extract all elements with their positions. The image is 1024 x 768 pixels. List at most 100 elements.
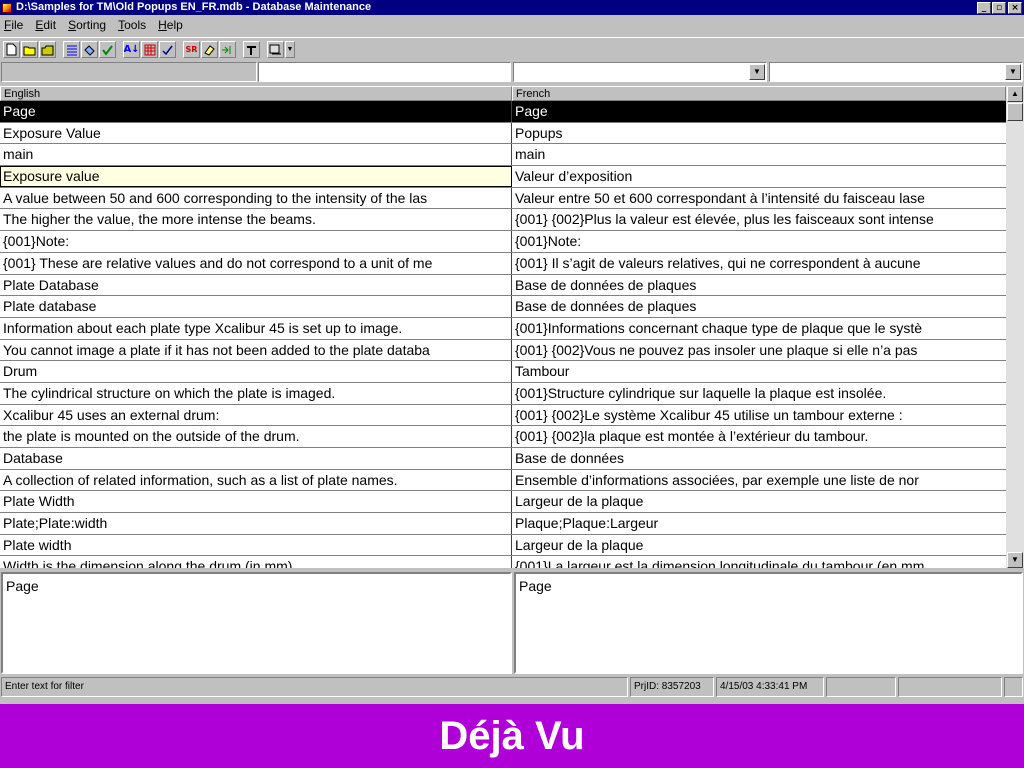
french-cell[interactable]: Largeur de la plaque xyxy=(512,535,1006,556)
table-icon[interactable] xyxy=(141,41,158,58)
table-row[interactable]: Database Base de données xyxy=(0,448,1006,470)
english-cell[interactable]: A value between 50 and 600 corresponding… xyxy=(0,187,512,209)
french-cell[interactable]: Largeur de la plaque xyxy=(512,491,1006,512)
french-cell[interactable]: {001} {002}la plaque est montée à l’exté… xyxy=(512,426,1006,447)
english-cell[interactable]: {001}Note: xyxy=(0,231,512,252)
column-header-french[interactable]: French xyxy=(512,86,1006,101)
english-cell[interactable]: Width is the dimension along the drum (i… xyxy=(0,556,512,568)
french-cell[interactable]: Tambour xyxy=(512,361,1006,382)
table-row[interactable]: Plate database Base de données de plaques xyxy=(0,296,1006,318)
table-row[interactable]: The cylindrical structure on which the p… xyxy=(0,382,1006,405)
french-cell[interactable]: Base de données xyxy=(512,448,1006,469)
table-row[interactable]: Plate width Largeur de la plaque xyxy=(0,534,1006,557)
save-icon[interactable] xyxy=(39,41,56,58)
english-cell[interactable]: Plate width xyxy=(0,534,512,556)
maximize-button[interactable]: ▫ xyxy=(992,1,1006,14)
french-cell[interactable]: main xyxy=(512,144,1006,165)
french-cell[interactable]: {001} {002}Le système Xcalibur 45 utilis… xyxy=(512,405,1006,426)
english-cell[interactable]: Plate database xyxy=(0,296,512,317)
french-cell[interactable]: Base de données de plaques xyxy=(512,275,1006,296)
french-cell[interactable]: {001} Il s’agit de valeurs relatives, qu… xyxy=(512,253,1006,274)
english-cell[interactable]: Exposure value xyxy=(0,166,512,187)
table-row[interactable]: A value between 50 and 600 corresponding… xyxy=(0,187,1006,210)
french-cell[interactable]: {001}La largeur est la dimension longitu… xyxy=(512,556,1006,568)
english-cell[interactable]: {001} These are relative values and do n… xyxy=(0,252,512,274)
table-row[interactable]: Plate Database Base de données de plaques xyxy=(0,274,1006,297)
english-cell[interactable]: Xcalibur 45 uses an external drum: xyxy=(0,404,512,426)
french-cell[interactable]: Popups xyxy=(512,123,1006,144)
table-row[interactable]: A collection of related information, suc… xyxy=(0,469,1006,492)
options-dropdown-arrow[interactable]: ▼ xyxy=(285,41,295,58)
french-cell[interactable]: Ensemble d’informations associées, par e… xyxy=(512,470,1006,491)
english-cell[interactable]: main xyxy=(0,144,512,166)
table-row[interactable]: {001}Note: {001}Note: xyxy=(0,231,1006,253)
table-row[interactable]: main main xyxy=(0,144,1006,167)
english-cell[interactable]: Information about each plate type Xcalib… xyxy=(0,317,512,339)
french-cell[interactable]: Plaque;Plaque:Largeur xyxy=(512,513,1006,534)
english-cell[interactable]: The cylindrical structure on which the p… xyxy=(0,382,512,404)
table-row[interactable]: The higher the value, the more intense t… xyxy=(0,209,1006,232)
french-cell[interactable]: Base de données de plaques xyxy=(512,296,1006,317)
english-edit-pane[interactable]: Page xyxy=(1,572,512,674)
english-cell[interactable]: the plate is mounted on the outside of t… xyxy=(0,426,512,447)
search-replace-icon[interactable]: SR xyxy=(183,41,200,58)
menu-sorting[interactable]: Sorting xyxy=(68,18,106,32)
menu-edit[interactable]: Edit xyxy=(35,18,56,32)
extra-filter-combo[interactable]: ▼ xyxy=(769,62,1023,82)
scroll-down-button[interactable]: ▼ xyxy=(1007,552,1023,568)
french-cell[interactable]: {001} {002}Vous ne pouvez pas insoler un… xyxy=(512,340,1006,361)
english-cell[interactable]: Database xyxy=(0,448,512,469)
menu-file[interactable]: File xyxy=(4,18,23,32)
english-cell[interactable]: Drum xyxy=(0,361,512,382)
new-file-icon[interactable] xyxy=(3,41,20,58)
menu-tools[interactable]: Tools xyxy=(118,18,146,32)
menu-help[interactable]: Help xyxy=(158,18,183,32)
list-icon[interactable] xyxy=(63,41,80,58)
table-row[interactable]: Page Page xyxy=(0,101,1006,123)
table-row[interactable]: Drum Tambour xyxy=(0,361,1006,383)
table-row[interactable]: You cannot image a plate if it has not b… xyxy=(0,339,1006,362)
english-cell[interactable]: Page xyxy=(0,101,512,122)
french-filter-combo[interactable]: ▼ xyxy=(513,62,767,82)
chevron-down-icon[interactable]: ▼ xyxy=(1005,64,1021,80)
table-row[interactable]: Information about each plate type Xcalib… xyxy=(0,317,1006,340)
english-cell[interactable]: A collection of related information, suc… xyxy=(0,469,512,491)
spellcheck-icon[interactable] xyxy=(159,41,176,58)
english-cell[interactable]: Plate;Plate:width xyxy=(0,513,512,534)
english-cell[interactable]: Plate Width xyxy=(0,491,512,513)
check-icon[interactable] xyxy=(99,41,116,58)
english-cell[interactable]: The higher the value, the more intense t… xyxy=(0,209,512,231)
table-row[interactable]: Exposure Value Popups xyxy=(0,122,1006,145)
minimize-button[interactable]: _ xyxy=(977,1,991,14)
open-folder-icon[interactable] xyxy=(21,41,38,58)
tools-icon[interactable] xyxy=(243,41,260,58)
french-cell[interactable]: {001} {002}Plus la valeur est élevée, pl… xyxy=(512,209,1006,230)
column-header-english[interactable]: English xyxy=(0,86,512,101)
scroll-thumb[interactable] xyxy=(1007,103,1023,121)
french-edit-pane[interactable]: Page xyxy=(514,572,1023,674)
resize-grip[interactable] xyxy=(1004,677,1023,697)
table-row[interactable]: {001} These are relative values and do n… xyxy=(0,252,1006,275)
sort-icon[interactable]: A↓ xyxy=(123,41,140,58)
table-row[interactable]: Width is the dimension along the drum (i… xyxy=(0,556,1006,568)
table-row[interactable]: Plate;Plate:width Plaque;Plaque:Largeur xyxy=(0,513,1006,535)
table-row[interactable]: Plate Width Largeur de la plaque xyxy=(0,491,1006,514)
table-row[interactable]: Exposure value Valeur d’exposition xyxy=(0,166,1006,188)
options-icon[interactable] xyxy=(267,41,284,58)
french-cell[interactable]: Valeur d’exposition xyxy=(512,166,1006,187)
chevron-down-icon[interactable]: ▼ xyxy=(749,64,765,80)
app-icon[interactable] xyxy=(2,2,12,13)
english-cell[interactable]: Exposure Value xyxy=(0,122,512,144)
eraser-icon[interactable] xyxy=(201,41,218,58)
properties-icon[interactable] xyxy=(81,41,98,58)
close-button[interactable]: × xyxy=(1008,1,1022,14)
title-bar[interactable]: D:\Samples for TM\Old Popups EN_FR.mdb -… xyxy=(0,0,1024,15)
english-cell[interactable]: Plate Database xyxy=(0,274,512,296)
merge-icon[interactable] xyxy=(219,41,236,58)
table-row[interactable]: the plate is mounted on the outside of t… xyxy=(0,426,1006,448)
french-cell[interactable]: {001}Structure cylindrique sur laquelle … xyxy=(512,383,1006,404)
scroll-up-button[interactable]: ▲ xyxy=(1007,86,1023,102)
french-cell[interactable]: {001}Note: xyxy=(512,231,1006,252)
french-cell[interactable]: {001}Informations concernant chaque type… xyxy=(512,318,1006,339)
vertical-scrollbar[interactable]: ▲ ▼ xyxy=(1006,86,1024,568)
